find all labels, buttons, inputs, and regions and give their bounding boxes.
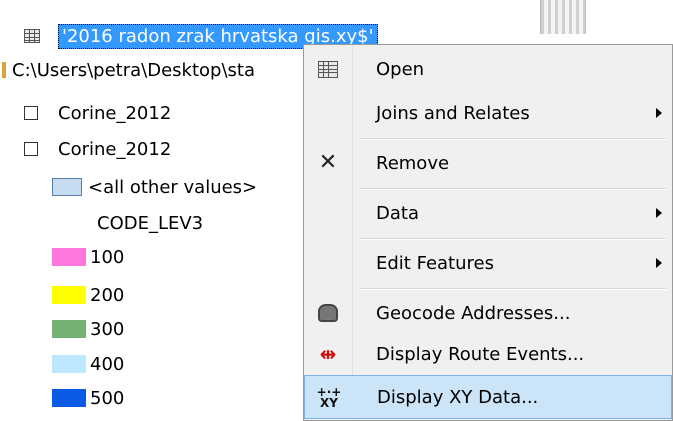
xy-data-icon: +·+ XY [316, 385, 342, 410]
legend-item: 300 [52, 315, 124, 343]
toc-row-source[interactable]: C:\Users\petra\Desktop\sta [0, 56, 255, 84]
geocode-icon [316, 301, 340, 325]
legend-field-label: CODE_LEV3 [97, 212, 204, 234]
legend-item: 100 [52, 243, 124, 271]
layer-name: Corine_2012 [58, 102, 172, 124]
source-path: C:\Users\petra\Desktop\sta [12, 59, 255, 81]
menu-separator [360, 288, 666, 290]
layer-visibility-checkbox[interactable] [24, 106, 38, 120]
layer-visibility-checkbox[interactable] [24, 142, 38, 156]
submenu-arrow-icon [656, 208, 662, 218]
menu-separator [360, 238, 666, 240]
legend-label: 400 [90, 353, 125, 375]
toc-layer-row[interactable]: Corine_2012 [24, 135, 171, 163]
menu-separator [360, 188, 666, 190]
table-icon [316, 57, 340, 81]
menu-item-geocode[interactable]: Geocode Addresses... [304, 291, 672, 335]
menu-item-data[interactable]: Data [304, 191, 672, 235]
legend-swatch [52, 320, 86, 338]
legend-swatch [52, 178, 82, 196]
legend-label: 500 [90, 387, 125, 409]
submenu-arrow-icon [656, 108, 662, 118]
legend-label: 100 [90, 246, 125, 268]
menu-item-route-events[interactable]: ⇹ Display Route Events... [304, 332, 672, 376]
legend-label: 200 [90, 284, 125, 306]
menu-item-remove[interactable]: ✕ Remove [304, 141, 672, 185]
submenu-arrow-icon [656, 258, 662, 268]
remove-x-icon: ✕ [318, 150, 338, 175]
route-events-icon: ⇹ [319, 342, 337, 366]
toc-layer-row[interactable]: Corine_2012 [24, 99, 171, 127]
legend-other-values: <all other values> [52, 173, 257, 201]
legend-item: 200 [52, 281, 124, 309]
map-scroll-artifact [540, 0, 586, 34]
legend-item: 400 [52, 350, 124, 378]
legend-swatch [52, 286, 86, 304]
table-icon [24, 29, 40, 43]
legend-label: <all other values> [88, 176, 258, 198]
legend-swatch [52, 355, 86, 373]
legend-field-name: CODE_LEV3 [97, 209, 203, 237]
menu-item-joins-relates[interactable]: Joins and Relates [304, 91, 672, 135]
menu-item-open[interactable]: Open [304, 47, 672, 91]
menu-item-display-xy[interactable]: +·+ XY Display XY Data... [304, 375, 672, 419]
legend-item: 500 [52, 384, 124, 412]
legend-label: 300 [90, 318, 125, 340]
legend-swatch [52, 389, 86, 407]
folder-icon [2, 62, 6, 78]
context-menu: Open Joins and Relates ✕ Remove Data Edi… [303, 44, 673, 421]
layer-name: Corine_2012 [58, 138, 172, 160]
legend-swatch [52, 248, 86, 266]
menu-item-edit-features[interactable]: Edit Features [304, 241, 672, 285]
menu-separator [360, 138, 666, 140]
